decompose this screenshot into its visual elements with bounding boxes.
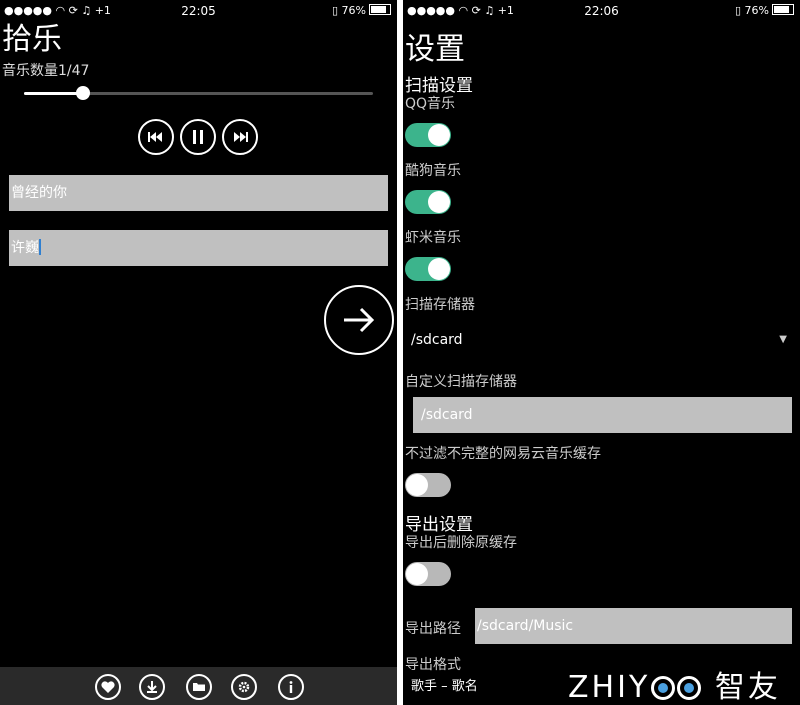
toggle-knob [406,474,428,496]
skip-next-icon [234,132,248,142]
text-caret [39,239,41,255]
battery-status: ▯ 76% [735,4,794,17]
export-path-input[interactable]: /sdcard/Music [475,608,792,644]
heart-icon [101,681,115,693]
status-bar: ●●●●● ◠ ⟳ ♫ +1 22:05 ▯ 76% [0,0,397,22]
export-format-select[interactable]: 歌手 – 歌名 [411,675,478,694]
status-bar: ●●●●● ◠ ⟳ ♫ +1 22:06 ▯ 76% [403,0,800,22]
vibrate-icon: ▯ [331,4,339,17]
watermark-logo: ZHIY 智友 [568,670,781,705]
xiami-music-label: 虾米音乐 [405,230,461,246]
download-icon [147,681,157,693]
next-track-button[interactable] [222,119,258,155]
battery-icon [772,4,794,15]
pause-icon [193,130,203,144]
download-button[interactable] [139,674,165,700]
seek-bar-fill [24,92,84,95]
previous-button[interactable] [138,119,174,155]
netease-cache-label: 不过滤不完整的网易云音乐缓存 [405,446,601,462]
dropdown-arrow-icon: ▼ [779,334,787,345]
settings-button[interactable] [231,674,257,700]
gear-icon [238,681,250,693]
custom-storage-input[interactable]: /sdcard [413,397,792,433]
app-title: 拾乐 [2,22,62,57]
delete-after-export-toggle[interactable] [405,562,451,586]
artist-input[interactable]: 许巍 [9,230,388,266]
battery-icon [369,4,391,15]
xiami-music-toggle[interactable] [405,257,451,281]
custom-storage-label: 自定义扫描存储器 [405,374,517,390]
battery-status: ▯ 76% [332,4,391,17]
folder-icon [193,683,205,691]
toggle-knob [428,258,450,280]
scan-storage-select[interactable]: /sdcard ▼ [411,328,791,352]
bottom-toolbar [0,667,397,705]
settings-title: 设置 [405,32,465,67]
arrow-right-icon [344,307,375,333]
folder-button[interactable] [186,674,212,700]
toggle-knob [428,191,450,213]
vibrate-icon: ▯ [734,4,742,17]
scan-storage-label: 扫描存储器 [405,297,475,313]
toggle-knob [428,124,450,146]
qq-music-label: QQ音乐 [405,96,456,112]
toggle-knob [406,563,428,585]
eye-icon [651,676,676,700]
info-button[interactable] [278,674,304,700]
settings-screen: ●●●●● ◠ ⟳ ♫ +1 22:06 ▯ 76% 设置 扫描设置 QQ音乐 … [403,0,800,705]
favorite-button[interactable] [95,674,121,700]
seek-bar[interactable] [24,86,373,100]
player-screen: ●●●●● ◠ ⟳ ♫ +1 22:05 ▯ 76% 拾乐 音乐数量1/47 曾… [0,0,397,705]
netease-cache-toggle[interactable] [405,473,451,497]
export-format-label: 导出格式 [405,657,461,673]
track-count: 音乐数量1/47 [2,63,90,79]
export-path-label: 导出路径 [405,621,461,637]
eye-icon [677,676,702,700]
info-icon [289,681,293,693]
seek-bar-thumb[interactable] [76,86,91,100]
pause-button[interactable] [180,119,216,155]
proceed-button[interactable] [324,285,394,355]
skip-previous-icon [148,132,162,142]
scan-storage-value: /sdcard [411,332,463,348]
song-title-input[interactable]: 曾经的你 [9,175,388,211]
qq-music-toggle[interactable] [405,123,451,147]
kugou-music-toggle[interactable] [405,190,451,214]
delete-after-export-label: 导出后删除原缓存 [405,535,517,551]
kugou-music-label: 酷狗音乐 [405,163,461,179]
